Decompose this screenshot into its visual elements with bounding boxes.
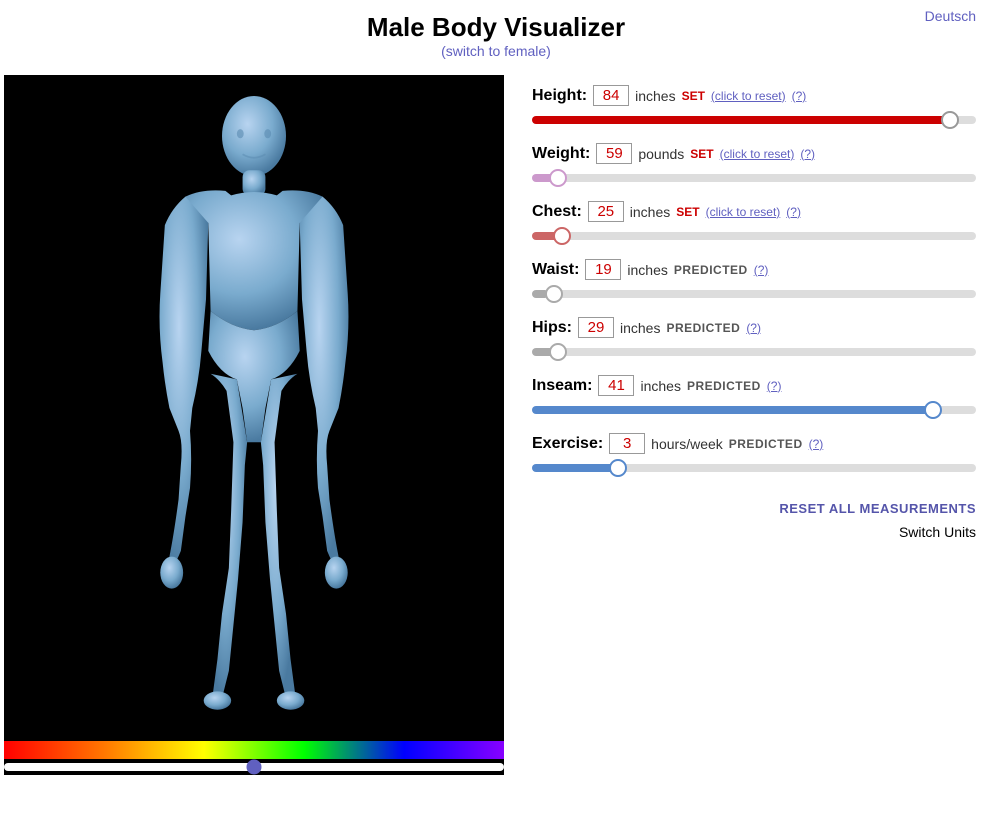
waist-unit: inches [627, 262, 667, 278]
chest-slider[interactable] [532, 232, 976, 240]
page-header: Male Body Visualizer (switch to female) [0, 0, 992, 67]
height-help-link[interactable]: (?) [792, 89, 807, 103]
exercise-help-link[interactable]: (?) [809, 437, 824, 451]
hips-value[interactable]: 29 [578, 317, 614, 338]
model-rotation-slider[interactable] [4, 763, 504, 771]
inseam-unit: inches [640, 378, 680, 394]
inseam-slider[interactable] [532, 406, 976, 414]
height-slider[interactable] [532, 116, 976, 124]
main-layout: Height: 84 inches SET (click to reset) (… [0, 67, 992, 775]
chest-unit: inches [630, 204, 670, 220]
exercise-slider[interactable] [532, 464, 976, 472]
waist-value[interactable]: 19 [585, 259, 621, 280]
height-label: Height: [532, 87, 587, 105]
chest-status: SET [676, 205, 699, 219]
inseam-control: Inseam: 41 inches PREDICTED (?) [532, 375, 976, 419]
hips-help-link[interactable]: (?) [746, 321, 761, 335]
exercise-control: Exercise: 3 hours/week PREDICTED (?) [532, 433, 976, 477]
height-control: Height: 84 inches SET (click to reset) (… [532, 85, 976, 129]
page-title: Male Body Visualizer [0, 12, 992, 43]
height-unit: inches [635, 88, 675, 104]
inseam-status: PREDICTED [687, 379, 761, 393]
body-figure-svg [124, 88, 384, 728]
hips-slider[interactable] [532, 348, 976, 356]
weight-reset-link[interactable]: (click to reset) [720, 147, 795, 161]
exercise-value[interactable]: 3 [609, 433, 645, 454]
weight-help-link[interactable]: (?) [800, 147, 815, 161]
weight-control: Weight: 59 pounds SET (click to reset) (… [532, 143, 976, 187]
inseam-value[interactable]: 41 [598, 375, 634, 396]
weight-unit: pounds [638, 146, 684, 162]
inseam-label: Inseam: [532, 377, 592, 395]
language-link[interactable]: Deutsch [925, 8, 976, 24]
chest-label: Chest: [532, 203, 582, 221]
switch-units-button[interactable]: Switch Units [532, 524, 976, 540]
inseam-help-link[interactable]: (?) [767, 379, 782, 393]
weight-label: Weight: [532, 145, 590, 163]
exercise-unit: hours/week [651, 436, 723, 452]
chest-help-link[interactable]: (?) [786, 205, 801, 219]
waist-status: PREDICTED [674, 263, 748, 277]
chest-control: Chest: 25 inches SET (click to reset) (?… [532, 201, 976, 245]
waist-slider[interactable] [532, 290, 976, 298]
hips-unit: inches [620, 320, 660, 336]
chest-value[interactable]: 25 [588, 201, 624, 222]
color-spectrum-bar [4, 741, 504, 759]
hips-control: Hips: 29 inches PREDICTED (?) [532, 317, 976, 361]
exercise-label: Exercise: [532, 435, 603, 453]
exercise-status: PREDICTED [729, 437, 803, 451]
switch-gender-link[interactable]: (switch to female) [441, 43, 551, 59]
height-value[interactable]: 84 [593, 85, 629, 106]
weight-slider[interactable] [532, 174, 976, 182]
reset-all-button[interactable]: RESET ALL MEASUREMENTS [532, 501, 976, 516]
height-reset-link[interactable]: (click to reset) [711, 89, 786, 103]
weight-status: SET [690, 147, 713, 161]
chest-reset-link[interactable]: (click to reset) [706, 205, 781, 219]
controls-panel: Height: 84 inches SET (click to reset) (… [504, 75, 992, 550]
waist-control: Waist: 19 inches PREDICTED (?) [532, 259, 976, 303]
weight-value[interactable]: 59 [596, 143, 632, 164]
waist-label: Waist: [532, 261, 579, 279]
height-status: SET [682, 89, 705, 103]
hips-status: PREDICTED [666, 321, 740, 335]
waist-help-link[interactable]: (?) [754, 263, 769, 277]
model-container [4, 75, 504, 775]
model-slider-row [4, 759, 504, 775]
hips-label: Hips: [532, 319, 572, 337]
model-figure [4, 75, 504, 741]
